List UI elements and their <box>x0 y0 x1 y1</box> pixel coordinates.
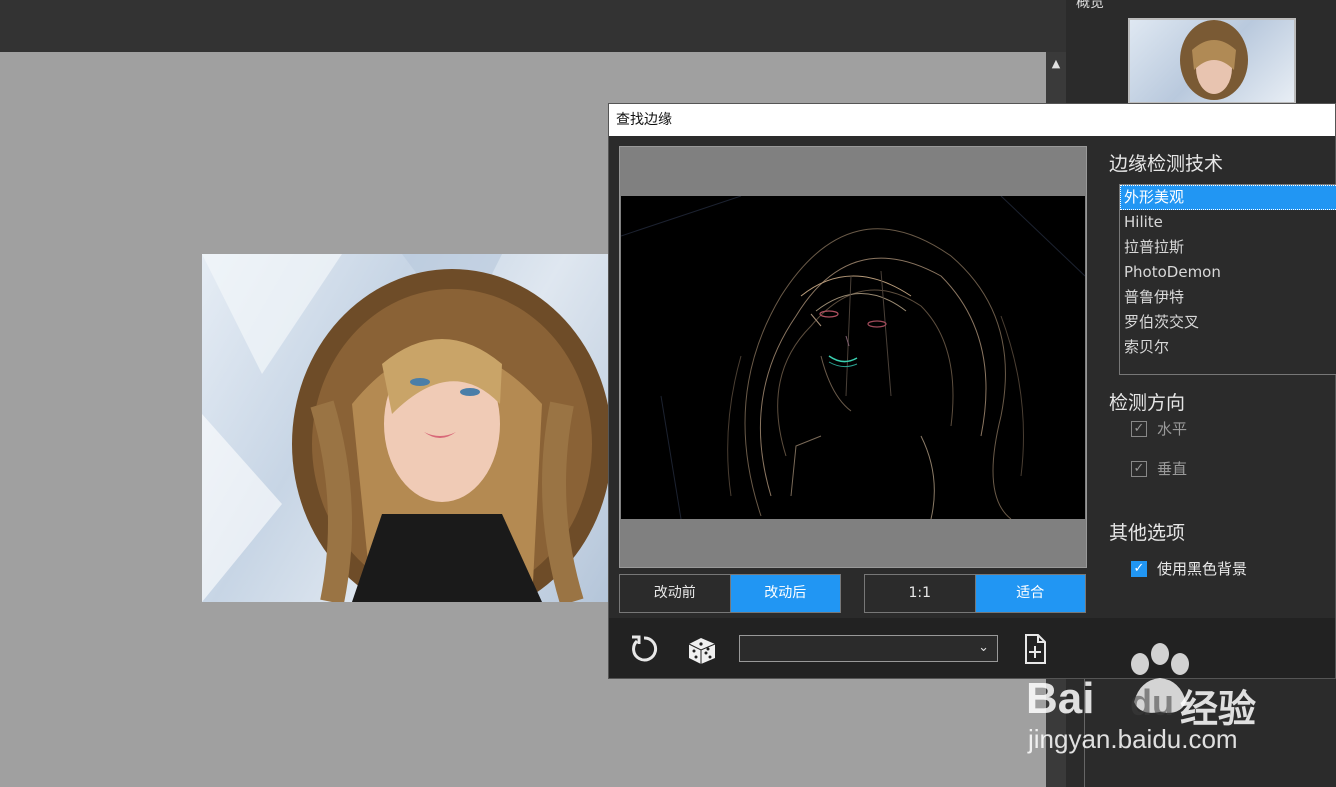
before-button[interactable]: 改动前 <box>620 575 730 612</box>
other-options-title: 其他选项 <box>1109 522 1186 544</box>
before-after-toggle: 改动前 改动后 <box>619 574 841 613</box>
dice-icon[interactable] <box>685 632 719 666</box>
reset-icon[interactable] <box>627 632 661 666</box>
overview-thumbnail[interactable] <box>1128 18 1296 104</box>
technique-item[interactable]: 罗伯茨交叉 <box>1120 310 1336 335</box>
technique-title: 边缘检测技术 <box>1109 153 1224 175</box>
black-background-checkbox[interactable]: ✓ 使用黑色背景 <box>1131 558 1247 579</box>
watermark-url: jingyan.baidu.com <box>1028 724 1238 754</box>
watermark-brand-du: du <box>1130 682 1174 723</box>
direction-title: 检测方向 <box>1109 392 1186 414</box>
vertical-label: 垂直 <box>1157 460 1188 478</box>
checkmark-icon: ✓ <box>1131 560 1147 577</box>
canvas-image <box>202 254 608 602</box>
edge-preview-image <box>621 196 1085 519</box>
technique-item[interactable]: 拉普拉斯 <box>1120 235 1336 260</box>
technique-list[interactable]: 外形美观 Hilite 拉普拉斯 PhotoDemon 普鲁伊特 罗伯茨交叉 索… <box>1119 184 1336 375</box>
technique-item[interactable]: PhotoDemon <box>1120 260 1336 285</box>
technique-item[interactable]: Hilite <box>1120 210 1336 235</box>
technique-item[interactable]: 外形美观 <box>1120 185 1336 210</box>
dialog-title: 查找边缘 <box>609 104 1335 136</box>
technique-item[interactable]: 普鲁伊特 <box>1120 285 1336 310</box>
black-background-label: 使用黑色背景 <box>1157 560 1248 578</box>
chevron-down-icon: ⌄ <box>978 640 989 655</box>
zoom-toggle: 1:1 适合 <box>864 574 1086 613</box>
horizontal-checkbox[interactable]: ✓ 水平 <box>1131 418 1187 439</box>
preset-combo[interactable]: ⌄ <box>739 635 998 662</box>
baidu-watermark: Bai du 经验 jingyan.baidu.com <box>1020 640 1336 780</box>
checkmark-icon: ✓ <box>1131 460 1147 477</box>
find-edges-dialog: 查找边缘 改动前 改动后 1:1 适合 边缘检测技术 外形美观 Hilite 拉… <box>608 103 1336 679</box>
preview-area[interactable] <box>619 146 1087 568</box>
checkmark-icon: ✓ <box>1131 420 1147 437</box>
zoom-fit-button[interactable]: 适合 <box>974 575 1085 612</box>
watermark-brand: Bai <box>1026 674 1095 723</box>
horizontal-label: 水平 <box>1157 420 1188 438</box>
top-toolbar <box>0 0 1066 52</box>
scroll-up-arrow-icon[interactable]: ▲ <box>1046 54 1066 74</box>
vertical-checkbox[interactable]: ✓ 垂直 <box>1131 458 1187 479</box>
after-button[interactable]: 改动后 <box>729 575 840 612</box>
zoom-1-1-button[interactable]: 1:1 <box>865 575 975 612</box>
overview-title: 概览 <box>1076 0 1104 11</box>
technique-item[interactable]: 索贝尔 <box>1120 335 1336 360</box>
